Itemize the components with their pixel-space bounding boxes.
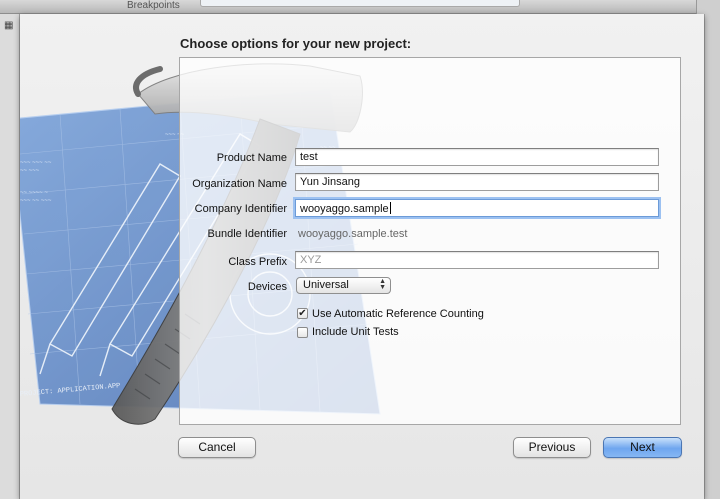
background-left-strip: ▦ (0, 14, 20, 499)
class-prefix-field[interactable]: XYZ (295, 251, 659, 269)
sheet-heading: Choose options for your new project: (180, 36, 412, 51)
background-status-field (200, 0, 520, 7)
devices-selected: Universal (303, 279, 349, 291)
company-identifier-field[interactable]: wooyaggo.sample (295, 199, 659, 217)
arc-checkbox[interactable]: ✔ (297, 308, 308, 319)
background-toolbar: Breakpoints (0, 0, 720, 14)
popup-arrows-icon: ▲ ▼ (379, 278, 386, 291)
previous-button[interactable]: Previous (513, 437, 591, 458)
bundle-identifier-label: Bundle Identifier (207, 228, 288, 240)
organization-name-field[interactable]: Yun Jinsang (295, 173, 659, 191)
devices-popup[interactable]: Universal ▲ ▼ (296, 277, 391, 294)
svg-text:~~ ~~~: ~~ ~~~ (20, 168, 40, 174)
unit-tests-checkbox-label[interactable]: Include Unit Tests (312, 326, 399, 338)
new-project-sheet: ~~~ ~~~ ~~ ~~ ~~~ ~~ ~~~~ ~ ~~~ ~~ ~~~ ~… (20, 14, 704, 499)
breakpoints-label[interactable]: Breakpoints (127, 0, 180, 11)
unit-tests-checkbox[interactable] (297, 327, 308, 338)
bundle-identifier-value: wooyaggo.sample.test (298, 228, 408, 240)
grid-icon[interactable]: ▦ (4, 20, 14, 31)
background-toolbar-right (696, 0, 720, 14)
arc-checkbox-label[interactable]: Use Automatic Reference Counting (312, 308, 484, 320)
next-button[interactable]: Next (603, 437, 682, 458)
class-prefix-label: Class Prefix (228, 256, 287, 268)
svg-text:~~~ ~~ ~~~: ~~~ ~~ ~~~ (20, 198, 52, 204)
options-panel (179, 57, 681, 425)
company-identifier-value: wooyaggo.sample (300, 203, 389, 215)
product-name-field[interactable]: test (295, 148, 659, 166)
product-name-label: Product Name (216, 152, 287, 164)
devices-label: Devices (247, 281, 287, 293)
organization-name-label: Organization Name (192, 178, 287, 190)
company-identifier-label: Company Identifier (194, 203, 287, 215)
svg-text:~~~ ~~~ ~~: ~~~ ~~~ ~~ (20, 160, 52, 166)
background-right-strip (704, 14, 720, 499)
svg-text:~~ ~~~~ ~: ~~ ~~~~ ~ (20, 190, 48, 196)
text-caret (389, 202, 391, 214)
cancel-button[interactable]: Cancel (178, 437, 256, 458)
